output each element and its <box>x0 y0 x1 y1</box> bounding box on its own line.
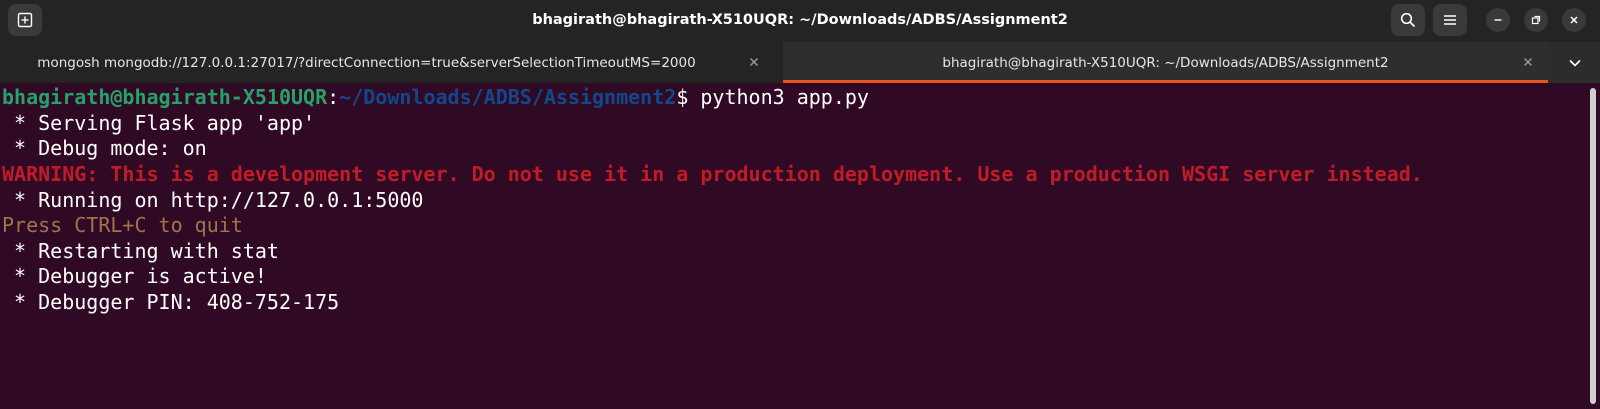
output-line: * Running on http://127.0.0.1:5000 <box>2 188 424 212</box>
tab-bar: mongosh mongodb://127.0.0.1:27017/?direc… <box>0 42 1600 83</box>
tab-label: mongosh mongodb://127.0.0.1:27017/?direc… <box>37 54 696 71</box>
minimize-icon <box>1494 19 1502 21</box>
close-icon <box>1570 16 1578 24</box>
prompt-user: bhagirath@bhagirath-X510UQR <box>2 85 328 109</box>
prompt-line: bhagirath@bhagirath-X510UQR:~/Downloads/… <box>2 84 869 110</box>
tab-mongosh[interactable]: mongosh mongodb://127.0.0.1:27017/?direc… <box>0 42 783 83</box>
tabs-dropdown-button[interactable] <box>1565 54 1585 72</box>
tab-assignment2[interactable]: bhagirath@bhagirath-X510UQR: ~/Downloads… <box>783 42 1548 83</box>
output-line: * Serving Flask app 'app' <box>2 111 316 135</box>
tab-label: bhagirath@bhagirath-X510UQR: ~/Downloads… <box>942 54 1389 71</box>
chevron-down-icon <box>1569 59 1581 67</box>
scrollbar[interactable] <box>1590 88 1596 404</box>
terminal-output[interactable]: bhagirath@bhagirath-X510UQR:~/Downloads/… <box>0 83 1588 409</box>
close-icon <box>1524 58 1532 66</box>
prompt-command: $ python3 app.py <box>676 85 869 109</box>
restore-icon <box>1531 15 1541 25</box>
prompt-colon: : <box>327 85 340 109</box>
tab-close-button[interactable] <box>1520 54 1536 70</box>
warning-line: WARNING: This is a development server. D… <box>2 162 1423 186</box>
prompt-path: ~/Downloads/ADBS/Assignment2 <box>339 85 677 109</box>
minimize-button[interactable] <box>1486 8 1510 32</box>
quit-hint-line: Press CTRL+C to quit <box>2 213 243 237</box>
output-line: * Debugger is active! <box>2 264 267 288</box>
output-line: * Debugger PIN: 408-752-175 <box>2 290 340 314</box>
output-line: * Debug mode: on <box>2 136 207 160</box>
hamburger-menu-icon <box>1444 15 1456 25</box>
close-window-button[interactable] <box>1562 8 1586 32</box>
title-bar: bhagirath@bhagirath-X510UQR: ~/Downloads… <box>0 0 1600 42</box>
search-button[interactable] <box>1391 4 1425 36</box>
window-title: bhagirath@bhagirath-X510UQR: ~/Downloads… <box>532 12 1068 28</box>
tab-close-button[interactable] <box>746 54 762 70</box>
search-icon <box>1400 12 1416 28</box>
terminal-window: bhagirath@bhagirath-X510UQR: ~/Downloads… <box>0 0 1600 409</box>
close-icon <box>750 58 758 66</box>
menu-button[interactable] <box>1433 4 1467 36</box>
output-line: * Restarting with stat <box>2 239 279 263</box>
restore-button[interactable] <box>1524 8 1548 32</box>
